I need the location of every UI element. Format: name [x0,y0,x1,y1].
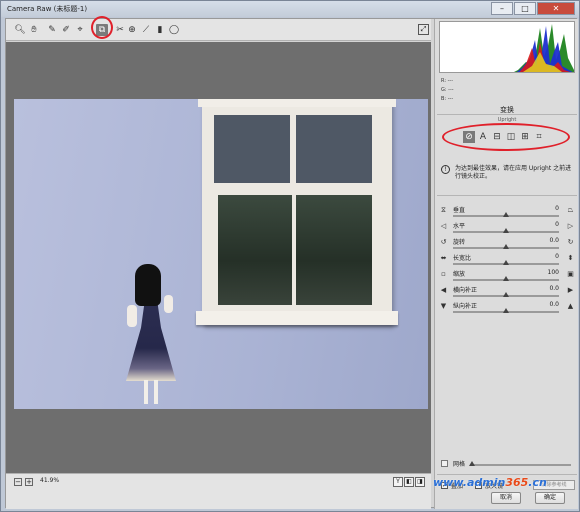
x-offset-slider: ◀ 横向补正 0.0 ▶ [439,285,575,300]
spot-removal-tool-icon[interactable]: ✂ [114,24,126,36]
slider-value[interactable]: 100 [541,269,559,276]
view-buttons: Y ◧ ◨ [392,477,425,487]
slider-track[interactable] [453,260,559,265]
vertical-slider-right-icon: ⏢ [567,206,574,214]
rotate-slider: ↺ 旋转 0.0 ↻ [439,237,575,252]
scale-slider: ▫ 缩放 100 ▣ [439,269,575,284]
photo-preview [14,99,428,409]
graduated-filter-tool-icon[interactable]: ▮ [154,24,166,36]
toolbar: ⤢ 🔍︎ ✋︎ ✎ ✐ ⌖ ⧉ ✂ ⊕ ⟋ ▮ ◯ [6,19,431,41]
slider-thumb[interactable] [503,292,509,297]
x-offset-slider-left-icon: ◀ [440,286,447,294]
slider-thumb[interactable] [503,244,509,249]
slider-value[interactable]: 0.0 [541,237,559,244]
grid-slider-track[interactable] [471,464,571,466]
slider-track[interactable] [453,228,559,233]
histogram-readout: R: --- G: --- B: --- [441,78,454,102]
slider-thumb[interactable] [503,260,509,265]
scale-slider-left-icon: ▫ [441,270,446,278]
slider-label: 缩放 [453,271,466,278]
close-button[interactable]: ✕ [537,2,575,15]
tool-highlight-circle [91,16,113,39]
maximize-button[interactable]: □ [514,2,536,15]
slider-track[interactable] [453,308,559,313]
grid-checkbox[interactable] [441,460,448,467]
slider-label: 水平 [453,223,466,230]
radial-filter-tool-icon[interactable]: ◯ [168,24,180,36]
horizontal-slider: ◁ 水平 0 ▷ [439,221,575,236]
hand-tool-icon[interactable]: ✋︎ [28,24,40,36]
y-offset-slider-right-icon: ▲ [567,302,574,310]
slider-label: 长宽比 [453,255,472,262]
rotate-slider-right-icon: ↻ [567,238,574,246]
zoom-out-button[interactable]: − [14,478,22,486]
info-icon: ! [441,165,450,174]
slider-thumb[interactable] [503,308,509,313]
window-title: Camera Raw (未标题-1) [7,5,88,13]
red-eye-tool-icon[interactable]: ⊕ [126,24,138,36]
slider-label: 横向补正 [453,287,478,294]
zoom-tool-icon[interactable]: 🔍︎ [14,24,26,36]
title-bar: Camera Raw (未标题-1) – □ ✕ [1,1,579,17]
fullscreen-icon[interactable]: ⤢ [418,24,429,35]
minimize-button[interactable]: – [491,2,513,15]
info-message: ! 为达到最佳效果，请在应用 Upright 之前进行镜头校正。 [441,165,573,181]
right-panel: R: --- G: --- B: --- 变换 Upright ⊘ A ⊟ ◫ ⊞ ⌗ !… [434,19,578,509]
histogram [439,21,575,73]
status-bar: − + 41.9% Y ◧ ◨ [6,473,431,509]
zoom-in-button[interactable]: + [25,478,33,486]
vertical-slider-left-icon: ⧖ [441,206,446,214]
info-text: 为达到最佳效果，请在应用 Upright 之前进行镜头校正。 [455,165,572,180]
slider-thumb[interactable] [503,276,509,281]
cancel-button[interactable]: 取消 [491,492,521,504]
x-offset-slider-right-icon: ▶ [567,286,574,294]
slider-thumb[interactable] [503,212,509,217]
aspect-slider: ⬌ 长宽比 0 ⬍ [439,253,575,268]
slider-label: 垂直 [453,207,466,214]
horizontal-slider-left-icon: ◁ [440,222,447,230]
slider-track[interactable] [453,292,559,297]
slider-value[interactable]: 0 [541,253,559,260]
slider-label: 纵向补正 [453,303,478,310]
grid-label: 网格 [453,461,466,468]
y-offset-slider-left-icon: ▼ [440,302,447,310]
slider-track[interactable] [453,212,559,217]
horizontal-slider-right-icon: ▷ [567,222,574,230]
white-balance-tool-icon[interactable]: ✎ [46,24,58,36]
slider-thumb[interactable] [503,228,509,233]
before-view-icon[interactable]: ◧ [404,477,414,487]
targeted-adjust-tool-icon[interactable]: ⌖ [74,24,86,36]
slider-value[interactable]: 0 [541,205,559,212]
before-after-y-button[interactable]: Y [393,477,403,487]
y-offset-slider: ▼ 纵向补正 0.0 ▲ [439,301,575,316]
slider-value[interactable]: 0.0 [541,285,559,292]
slider-track[interactable] [453,276,559,281]
adjustment-brush-tool-icon[interactable]: ⟋ [140,24,152,36]
aspect-slider-right-icon: ⬍ [567,254,574,262]
slider-value[interactable]: 0.0 [541,301,559,308]
grid-slider-thumb[interactable] [469,461,475,466]
upright-highlight-circle [442,123,570,151]
aspect-slider-left-icon: ⬌ [440,254,447,262]
ok-button[interactable]: 确定 [535,492,565,504]
grid-row: 网格 [441,459,575,469]
histogram-graph [514,24,574,72]
photo-window [196,99,398,325]
rotate-slider-left-icon: ↺ [440,238,447,246]
scale-slider-right-icon: ▣ [567,270,574,278]
after-view-icon[interactable]: ◨ [415,477,425,487]
watermark-logo: www.admin365.cn [433,476,547,489]
camera-raw-window: Camera Raw (未标题-1) – □ ✕ ⤢ 🔍︎ ✋︎ ✎ ✐ ⌖ ⧉ ✂ ⊕ ⟋ ▮ ◯ [0,0,580,512]
slider-value[interactable]: 0 [541,221,559,228]
color-sampler-tool-icon[interactable]: ✐ [60,24,72,36]
zoom-level[interactable]: 41.9% [40,477,59,484]
window-controls: – □ ✕ [490,2,575,15]
vertical-slider: ⧖ 垂直 0 ⏢ [439,205,575,220]
slider-label: 旋转 [453,239,466,246]
image-preview-area[interactable] [6,42,431,473]
client-area: ⤢ 🔍︎ ✋︎ ✎ ✐ ⌖ ⧉ ✂ ⊕ ⟋ ▮ ◯ − + 41.9% Y ◧ … [5,18,578,509]
slider-track[interactable] [453,244,559,249]
